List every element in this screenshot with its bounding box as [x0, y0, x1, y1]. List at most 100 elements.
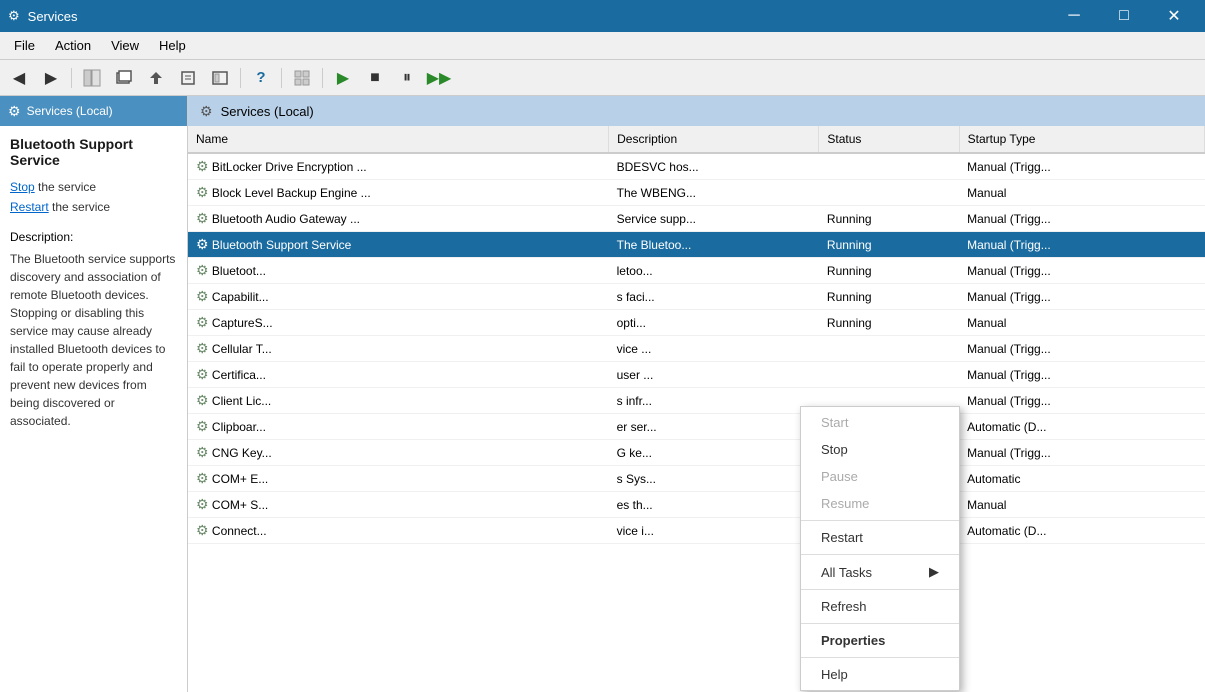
- submenu-arrow-icon: ▶: [929, 564, 939, 580]
- minimize-button[interactable]: ─: [1051, 0, 1097, 32]
- cell-name: ⚙ Client Lic...: [188, 388, 609, 414]
- cell-status: [819, 336, 959, 362]
- title-bar: ⚙ Services ─ □ ✕: [0, 0, 1205, 32]
- sidebar-header: ⚙ Services (Local): [0, 96, 187, 126]
- cell-name: ⚙ COM+ E...: [188, 466, 609, 492]
- content-header-icon: ⚙: [200, 103, 213, 120]
- table-row[interactable]: ⚙ CNG Key... G ke... Running Manual (Tri…: [188, 440, 1205, 466]
- cell-name: ⚙ Certifica...: [188, 362, 609, 388]
- new-window-button[interactable]: [109, 64, 139, 92]
- menu-view[interactable]: View: [101, 34, 149, 57]
- main-layout: ⚙ Services (Local) Bluetooth Support Ser…: [0, 96, 1205, 692]
- view-config-button[interactable]: [205, 64, 235, 92]
- show-hide-button[interactable]: [77, 64, 107, 92]
- cell-startup: Automatic (D...: [959, 518, 1204, 544]
- cell-startup: Manual (Trigg...: [959, 440, 1204, 466]
- table-row[interactable]: ⚙ Connect... vice i... Running Automatic…: [188, 518, 1205, 544]
- window-controls: ─ □ ✕: [1051, 0, 1197, 32]
- menu-file[interactable]: File: [4, 34, 45, 57]
- cell-name: ⚙ Bluetooth Support Service: [188, 232, 609, 258]
- cell-description: es th...: [609, 492, 819, 518]
- table-row[interactable]: ⚙ Bluetooth Audio Gateway ... Service su…: [188, 206, 1205, 232]
- toolbar: ◀ ▶ ? ▶ ■ ⏸ ▶▶: [0, 60, 1205, 96]
- start-service-button[interactable]: ▶: [328, 64, 358, 92]
- table-row[interactable]: ⚙ Capabilit... s faci... Running Manual …: [188, 284, 1205, 310]
- cell-name: ⚙ Bluetooth Audio Gateway ...: [188, 206, 609, 232]
- table-row[interactable]: ⚙ COM+ S... es th... Manual: [188, 492, 1205, 518]
- context-menu-item-properties[interactable]: Properties: [801, 627, 959, 654]
- sidebar-service-title: Bluetooth Support Service: [10, 136, 177, 168]
- content-area: ⚙ Services (Local) Name Description Stat…: [188, 96, 1205, 692]
- context-menu-item-stop[interactable]: Stop: [801, 436, 959, 463]
- up-button[interactable]: [141, 64, 171, 92]
- content-header: ⚙ Services (Local): [188, 96, 1205, 126]
- cell-description: er ser...: [609, 414, 819, 440]
- restart-link[interactable]: Restart: [10, 200, 49, 214]
- table-wrapper[interactable]: Name Description Status Startup Type ⚙ B…: [188, 126, 1205, 692]
- gear-icon: ⚙: [196, 522, 209, 538]
- table-row[interactable]: ⚙ Cellular T... vice ... Manual (Trigg..…: [188, 336, 1205, 362]
- gear-icon: ⚙: [196, 210, 209, 226]
- cell-description: The WBENG...: [609, 180, 819, 206]
- menu-action[interactable]: Action: [45, 34, 101, 57]
- sidebar-stop-action: Stop the service: [10, 180, 177, 194]
- table-row[interactable]: ⚙ Certifica... user ... Manual (Trigg...: [188, 362, 1205, 388]
- cell-name: ⚙ Connect...: [188, 518, 609, 544]
- cell-description: Service supp...: [609, 206, 819, 232]
- description-label: Description:: [10, 230, 177, 244]
- context-menu-item-help[interactable]: Help: [801, 661, 959, 688]
- cell-startup: Manual: [959, 310, 1204, 336]
- cell-name: ⚙ Block Level Backup Engine ...: [188, 180, 609, 206]
- table-row[interactable]: ⚙ BitLocker Drive Encryption ... BDESVC …: [188, 153, 1205, 180]
- gear-icon: ⚙: [196, 418, 209, 434]
- table-row[interactable]: ⚙ Bluetooth Support Service The Bluetoo.…: [188, 232, 1205, 258]
- back-button[interactable]: ◀: [4, 64, 34, 92]
- properties-toolbar-button[interactable]: [173, 64, 203, 92]
- cell-startup: Manual (Trigg...: [959, 258, 1204, 284]
- gear-icon: ⚙: [196, 236, 209, 252]
- table-row[interactable]: ⚙ Bluetoot... letoo... Running Manual (T…: [188, 258, 1205, 284]
- table-row[interactable]: ⚙ CaptureS... opti... Running Manual: [188, 310, 1205, 336]
- cell-startup: Manual (Trigg...: [959, 362, 1204, 388]
- context-menu-item-restart[interactable]: Restart: [801, 524, 959, 551]
- stop-service-button[interactable]: ■: [360, 64, 390, 92]
- sidebar-content: Bluetooth Support Service Stop the servi…: [0, 126, 187, 692]
- col-description[interactable]: Description: [609, 126, 819, 153]
- cell-status: [819, 153, 959, 180]
- cell-name: ⚙ Capabilit...: [188, 284, 609, 310]
- cell-startup: Manual (Trigg...: [959, 232, 1204, 258]
- gear-icon: ⚙: [196, 158, 209, 174]
- maximize-button[interactable]: □: [1101, 0, 1147, 32]
- cell-startup: Manual (Trigg...: [959, 336, 1204, 362]
- cell-description: s infr...: [609, 388, 819, 414]
- view2-button[interactable]: [287, 64, 317, 92]
- table-row[interactable]: ⚙ COM+ E... s Sys... Running Automatic: [188, 466, 1205, 492]
- col-startup[interactable]: Startup Type: [959, 126, 1204, 153]
- context-menu-item-start: Start: [801, 409, 959, 436]
- forward-button[interactable]: ▶: [36, 64, 66, 92]
- gear-icon: ⚙: [196, 314, 209, 330]
- cell-startup: Manual: [959, 180, 1204, 206]
- stop-link[interactable]: Stop: [10, 180, 35, 194]
- table-row[interactable]: ⚙ Client Lic... s infr... Manual (Trigg.…: [188, 388, 1205, 414]
- menu-help[interactable]: Help: [149, 34, 196, 57]
- cell-startup: Manual (Trigg...: [959, 284, 1204, 310]
- cell-startup: Manual (Trigg...: [959, 388, 1204, 414]
- sidebar-description: Description: The Bluetooth service suppo…: [10, 230, 177, 430]
- gear-icon: ⚙: [196, 392, 209, 408]
- services-table-container: Name Description Status Startup Type ⚙ B…: [188, 126, 1205, 692]
- close-button[interactable]: ✕: [1151, 0, 1197, 32]
- table-row[interactable]: ⚙ Block Level Backup Engine ... The WBEN…: [188, 180, 1205, 206]
- cell-description: user ...: [609, 362, 819, 388]
- pause-service-button[interactable]: ⏸: [392, 64, 422, 92]
- table-row[interactable]: ⚙ Clipboar... er ser... Running Automati…: [188, 414, 1205, 440]
- col-name[interactable]: Name: [188, 126, 609, 153]
- help-toolbar-button[interactable]: ?: [246, 64, 276, 92]
- table-header-row: Name Description Status Startup Type: [188, 126, 1205, 153]
- context-menu-item-refresh[interactable]: Refresh: [801, 593, 959, 620]
- context-menu-item-all-tasks[interactable]: All Tasks▶: [801, 558, 959, 586]
- cell-status: Running: [819, 310, 959, 336]
- col-status[interactable]: Status: [819, 126, 959, 153]
- resume-service-button[interactable]: ▶▶: [424, 64, 454, 92]
- cell-description: G ke...: [609, 440, 819, 466]
